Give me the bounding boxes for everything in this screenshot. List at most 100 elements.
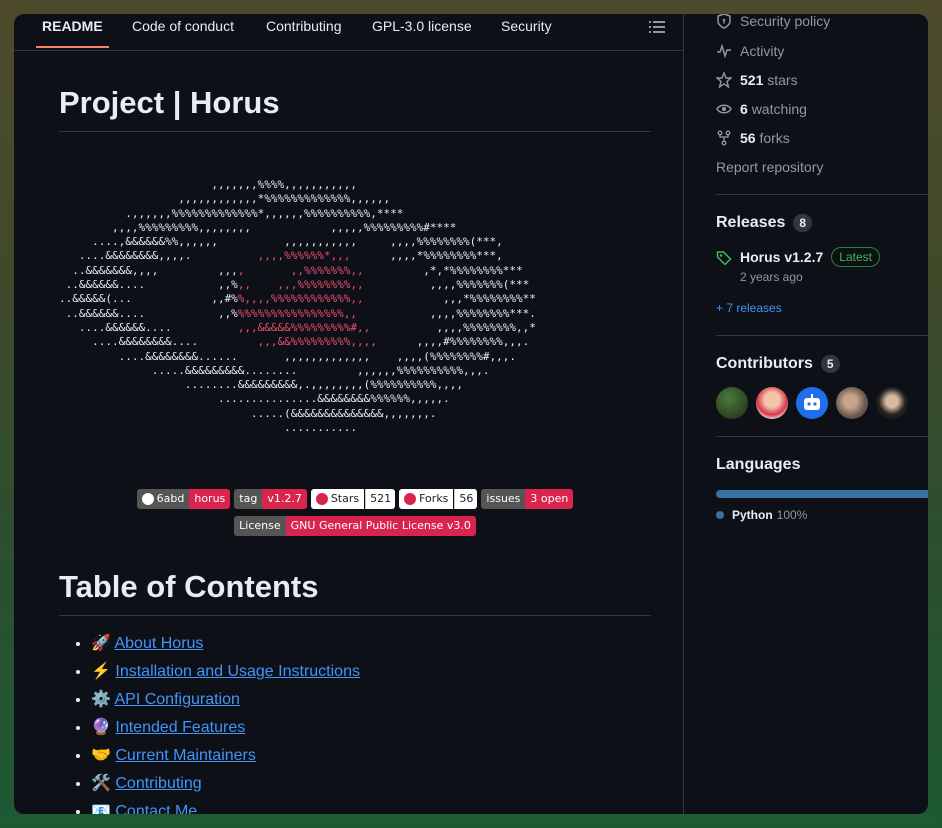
commit-badge-label: 6abd — [156, 492, 185, 505]
list-item: 🤝 Current Maintainers — [91, 742, 360, 770]
language-dot-icon — [716, 511, 724, 519]
ascii-line: ..&&&&&&.... ,,%,, ,,,%%%%%%%%,, ,,,,%%%… — [59, 278, 530, 292]
stars-link[interactable]: 521 stars — [716, 70, 798, 90]
ascii-line: .,,,,,,%%%%%%%%%%%%%*,,,,,,%%%%%%%%%%,**… — [59, 206, 404, 220]
ascii-line: ....&&&&&&&&.... ,,,&&%%%%%%%%%,,,, ,,,,… — [59, 335, 530, 349]
commit-badge[interactable]: 6abd horus — [136, 489, 231, 509]
readme-panel: README Code of conduct Contributing GPL-… — [14, 14, 684, 814]
badge-row-license: License GNU General Public License v3.0 — [59, 516, 651, 536]
badges: 6abd horus tag v1.2.7 Stars 521 Forks 56 — [59, 489, 651, 543]
ascii-line: ........... — [59, 421, 358, 435]
watching-count: 6 — [740, 101, 748, 117]
languages-heading: Languages — [716, 454, 800, 476]
toc-list: 🚀 About Horus ⚡ Installation and Usage I… — [59, 630, 360, 814]
list-item: 🔮 Intended Features — [91, 714, 360, 742]
ascii-line: ,,,,,,,%%%%,,,,,,,,,,, — [59, 178, 358, 191]
ascii-line: .....(&&&&&&&&&&&&&&,,,,,,,. — [59, 406, 437, 420]
commit-badge-value: horus — [189, 489, 231, 509]
tab-contributing[interactable]: Contributing — [266, 18, 342, 48]
release-date: 2 years ago — [740, 270, 803, 284]
list-item: ⚙️ API Configuration — [91, 686, 360, 714]
tag-badge-value: v1.2.7 — [262, 489, 307, 509]
ascii-line: ........&&&&&&&&&,.,,,,,,,,(%%%%%%%%%%,,… — [59, 378, 463, 392]
avatar[interactable] — [716, 387, 748, 419]
divider — [716, 194, 928, 195]
lightning-icon: ⚡ — [91, 663, 111, 680]
language-item-python[interactable]: Python 100% — [716, 508, 807, 522]
gear-icon: ⚙️ — [91, 691, 111, 708]
contributors-count: 5 — [820, 355, 840, 373]
security-policy-link[interactable]: Security policy — [716, 14, 830, 31]
avatar[interactable] — [876, 387, 908, 419]
stars-badge-count: 521 — [365, 489, 396, 509]
tag-badge[interactable]: tag v1.2.7 — [234, 489, 307, 509]
ascii-line: ....&&&&&&&&...... ,,,,,,,,,,,,, ,,,,(%%… — [59, 349, 516, 363]
rocket-icon: 🚀 — [91, 635, 111, 652]
tab-readme[interactable]: README — [36, 18, 109, 48]
pulse-icon — [717, 43, 731, 59]
report-repository-label: Report repository — [716, 159, 824, 175]
ascii-line: ....&&&&&&&&,,,,. ,,,,%%%%%%*,,, ,,,,*%%… — [59, 249, 503, 263]
toc-link-intended-features[interactable]: Intended Features — [115, 719, 245, 736]
contributors-title: Contributors — [716, 355, 813, 372]
ascii-line: ....,&&&&&&%%,,,,,, ,,,,,,,,,,, ,,,,%%%%… — [59, 235, 503, 249]
license-badge[interactable]: License GNU General Public License v3.0 — [234, 516, 476, 536]
toc-link-contact[interactable]: Contact Me — [115, 803, 197, 814]
ascii-line: ....&&&&&&.... ,,,&&&&&%%%%%%%%%#,, ,,,,… — [59, 320, 536, 334]
toc-link-installation[interactable]: Installation and Usage Instructions — [115, 663, 360, 680]
watching-label: watching — [751, 101, 807, 117]
list-item: 🚀 About Horus — [91, 630, 360, 658]
forks-link[interactable]: 56 forks — [716, 128, 790, 148]
report-repository-link[interactable]: Report repository — [716, 157, 823, 177]
ascii-logo: ,,,,,,,%%%%,,,,,,,,,,, ,,,,,,,,,,,,*%%%%… — [59, 178, 651, 460]
release-name[interactable]: Horus v1.2.7 — [740, 249, 823, 265]
tab-security[interactable]: Security — [501, 18, 552, 48]
more-releases-link[interactable]: + 7 releases — [716, 301, 782, 315]
github-window: README Code of conduct Contributing GPL-… — [14, 14, 928, 814]
avatar[interactable] — [756, 387, 788, 419]
eye-icon — [716, 104, 732, 114]
avatar[interactable] — [796, 387, 828, 419]
releases-title: Releases — [716, 214, 786, 231]
stars-badge[interactable]: Stars 521 — [310, 489, 396, 509]
activity-label: Activity — [740, 43, 785, 59]
issues-badge[interactable]: issues 3 open — [481, 489, 574, 509]
ascii-line: ..&&&&&&&,,,, ,,,, ,,%%%%%%%,, ,*,*%%%%%… — [59, 263, 523, 277]
security-policy-label: Security policy — [740, 14, 831, 29]
list-item: 📧 Contact Me — [91, 798, 360, 814]
contributors-heading[interactable]: Contributors 5 — [716, 353, 840, 375]
ascii-line: .....&&&&&&&&&........ ,,,,,,%%%%%%%%%%,… — [59, 363, 490, 377]
issues-badge-label: issues — [481, 489, 526, 509]
languages-title: Languages — [716, 456, 801, 473]
ascii-line: ...............&&&&&&&&%%%%%%,,,,,. — [59, 392, 450, 406]
tab-code-of-conduct[interactable]: Code of conduct — [132, 18, 234, 48]
forks-badge[interactable]: Forks 56 — [399, 489, 478, 509]
stars-label: stars — [767, 72, 798, 88]
tools-icon: 🛠️ — [91, 775, 111, 792]
ascii-line: ..&&&&&(... ,,#%%,,,,%%%%%%%%%%%%,, ,,,*… — [59, 292, 536, 306]
avatar[interactable] — [836, 387, 868, 419]
latest-release[interactable]: Horus v1.2.7 Latest 2 years ago — [716, 247, 880, 284]
toc-heading: Table of Contents — [59, 568, 651, 616]
toc-link-api-configuration[interactable]: API Configuration — [114, 691, 239, 708]
email-icon: 📧 — [91, 803, 111, 814]
forks-badge-label: Forks — [419, 492, 449, 505]
toc-link-contributing[interactable]: Contributing — [115, 775, 201, 792]
handshake-icon: 🤝 — [91, 747, 111, 764]
badge-row-main: 6abd horus tag v1.2.7 Stars 521 Forks 56 — [59, 489, 651, 509]
star-icon — [716, 72, 732, 88]
toc-link-about[interactable]: About Horus — [114, 635, 203, 652]
watching-link[interactable]: 6 watching — [716, 99, 807, 119]
tab-license[interactable]: GPL-3.0 license — [372, 18, 472, 48]
bot-icon — [804, 394, 820, 410]
outline-list-icon[interactable] — [649, 20, 665, 34]
ascii-line: ,,,,,,,,,,,,*%%%%%%%%%%%%%,,,,,, — [59, 192, 391, 206]
license-badge-label: License — [234, 516, 286, 536]
releases-heading[interactable]: Releases 8 — [716, 212, 813, 234]
list-item: 🛠️ Contributing — [91, 770, 360, 798]
issues-badge-value: 3 open — [525, 489, 574, 509]
readme-content: Project | Horus ,,,,,,,%%%%,,,,,,,,,,, ,… — [59, 50, 651, 814]
activity-link[interactable]: Activity — [716, 41, 784, 61]
divider — [716, 436, 928, 437]
toc-link-maintainers[interactable]: Current Maintainers — [115, 747, 256, 764]
